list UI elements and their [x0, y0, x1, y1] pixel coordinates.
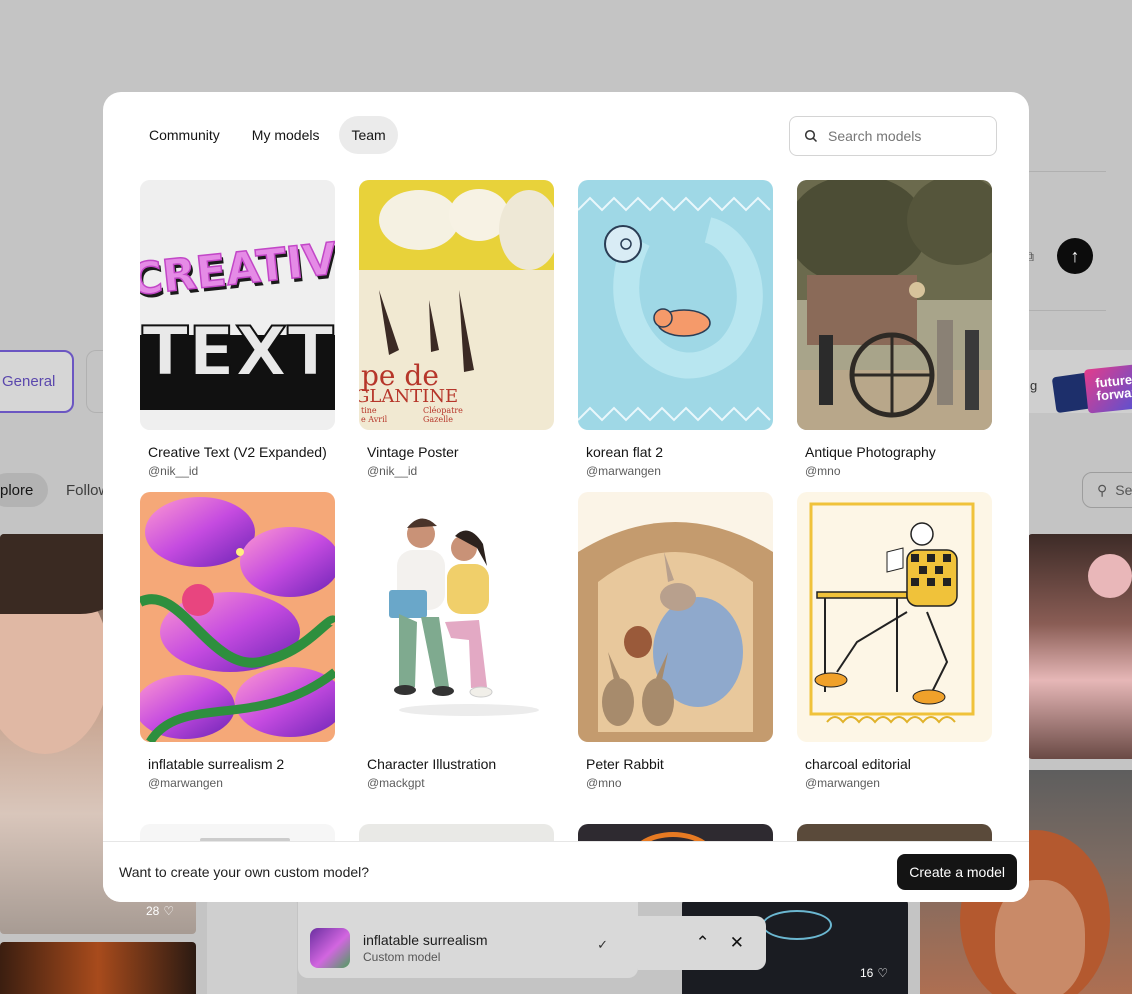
tab-community[interactable]: Community: [137, 116, 232, 154]
model-card[interactable]: charcoal editorial @marwangen: [797, 492, 992, 790]
close-icon[interactable]: ✕: [730, 933, 744, 953]
model-author: @mackgpt: [367, 776, 425, 790]
heart-icon: ♡: [877, 966, 889, 980]
model-bar-controls: ⌃ ✕: [638, 916, 766, 970]
model-title: korean flat 2: [586, 444, 664, 460]
search-icon: ⚲: [1097, 481, 1108, 498]
arrow-up-icon: ↑: [1070, 245, 1080, 266]
create-model-prompt: Want to create your own custom model?: [119, 864, 370, 880]
model-author: @marwangen: [586, 464, 661, 478]
model-thumbnail-creative-text: CREATIVE CREATIVE TEXT: [140, 180, 335, 430]
model-thumbnail-peter-rabbit: [578, 492, 773, 742]
feed-image[interactable]: [207, 900, 297, 994]
feed-image-birthday[interactable]: [1028, 534, 1132, 759]
thumb-text: TEXT: [142, 313, 334, 392]
thumb-text: Gazelle: [423, 415, 453, 424]
model-title: inflatable surrealism 2: [148, 756, 285, 772]
chevron-up-icon[interactable]: ⌃: [696, 933, 710, 953]
model-author: @nik__id: [148, 464, 199, 478]
model-grid: CREATIVE CREATIVE TEXT Creative Text (V2…: [140, 180, 1000, 790]
model-title: Antique Photography: [805, 444, 936, 460]
model-thumbnail-character-illustration: [359, 492, 554, 742]
like-count-value: 16: [860, 966, 874, 980]
model-thumbnail-charcoal-editorial: [797, 492, 992, 742]
promo-card[interactable]: g future forward: [1020, 350, 1132, 414]
model-card[interactable]: Peter Rabbit @mno: [578, 492, 773, 790]
feed-search-text: Se: [1115, 482, 1132, 498]
model-thumbnail-antique-photo: [797, 180, 992, 430]
model-thumbnail-inflatable-surrealism: [140, 492, 335, 742]
model-thumbnail-vintage-poster: pe de GLANTINE tine Cléopatre e Avril Ga…: [359, 180, 554, 430]
thumb-text: Cléopatre: [423, 406, 463, 415]
model-title: charcoal editorial: [805, 756, 911, 772]
promo-text: future forward: [1083, 362, 1132, 414]
thumb-text: GLANTINE: [359, 386, 458, 407]
feed-search[interactable]: ⚲ Se: [1082, 472, 1132, 508]
tab-explore[interactable]: plore: [0, 473, 48, 507]
model-title: Peter Rabbit: [586, 756, 664, 772]
model-card[interactable]: pe de GLANTINE tine Cléopatre e Avril Ga…: [359, 180, 554, 478]
like-count-value: 28: [146, 904, 160, 918]
model-author: @mno: [805, 464, 841, 478]
like-count[interactable]: 16 ♡: [860, 966, 888, 980]
send-button[interactable]: ↑: [1057, 238, 1093, 274]
modal-footer: Want to create your own custom model? Cr…: [103, 841, 1029, 902]
model-tabs: Community My models Team: [137, 116, 398, 154]
category-general[interactable]: General: [0, 350, 74, 413]
model-author: @mno: [586, 776, 622, 790]
model-card[interactable]: korean flat 2 @marwangen: [578, 180, 773, 478]
like-count[interactable]: 28 ♡: [146, 904, 174, 918]
model-author: @marwangen: [805, 776, 880, 790]
model-author: @nik__id: [367, 464, 418, 478]
thumb-text: e Avril: [361, 415, 388, 424]
tab-my-models[interactable]: My models: [240, 116, 332, 154]
selected-model-type: Custom model: [363, 950, 441, 964]
search-models[interactable]: [789, 116, 997, 156]
selected-model-thumbnail: [310, 928, 350, 968]
create-model-button[interactable]: Create a model: [897, 854, 1017, 890]
feed-image-fire[interactable]: [0, 942, 196, 994]
tab-team[interactable]: Team: [339, 116, 398, 154]
heart-icon: ♡: [163, 904, 175, 918]
selected-model-bar[interactable]: inflatable surrealism Custom model ✓: [298, 902, 638, 978]
model-title: Character Illustration: [367, 756, 497, 772]
model-picker-modal: Community My models Team CREATIVE CREATI…: [103, 92, 1029, 902]
model-author: @marwangen: [148, 776, 223, 790]
thumb-text: tine: [361, 406, 377, 415]
search-input[interactable]: [828, 128, 978, 144]
search-icon: [804, 129, 818, 143]
model-card[interactable]: inflatable surrealism 2 @marwangen: [140, 492, 335, 790]
model-card[interactable]: Character Illustration @mackgpt: [359, 492, 554, 790]
model-title: Vintage Poster: [367, 444, 459, 460]
model-card[interactable]: CREATIVE CREATIVE TEXT Creative Text (V2…: [140, 180, 335, 478]
model-card[interactable]: Antique Photography @mno: [797, 180, 992, 478]
check-icon: ✓: [597, 937, 608, 952]
model-title: Creative Text (V2 Expanded): [148, 444, 327, 460]
selected-model-name: inflatable surrealism: [363, 932, 488, 948]
model-thumbnail-korean-flat: [578, 180, 773, 430]
